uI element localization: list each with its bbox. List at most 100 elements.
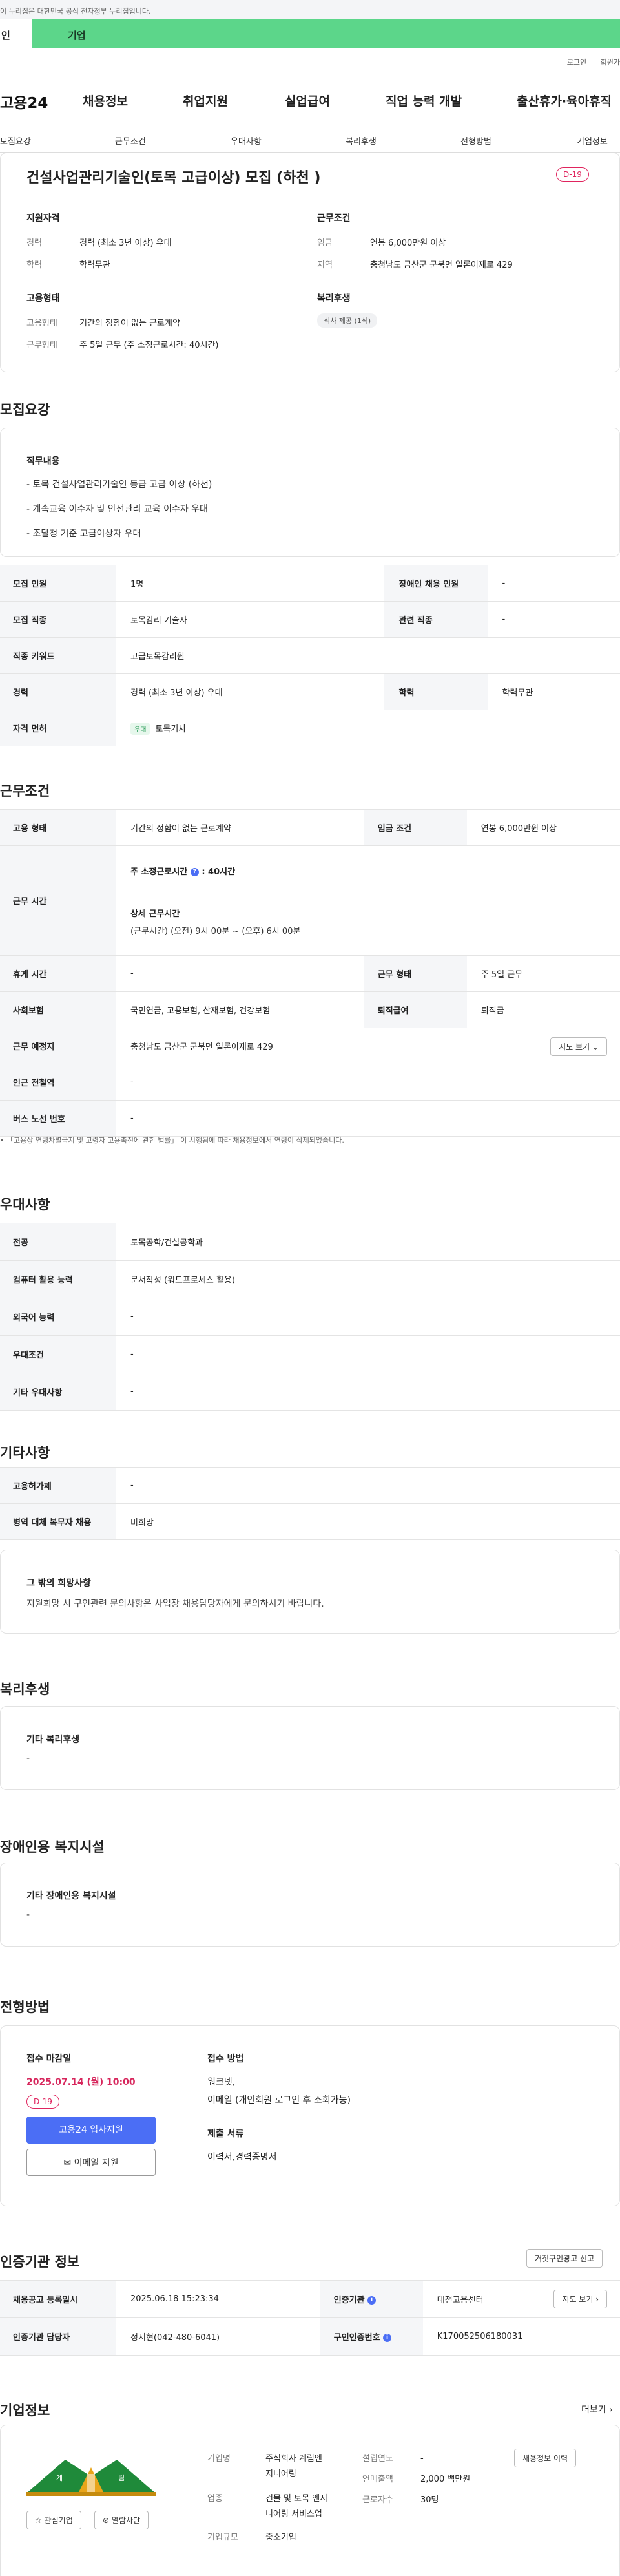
svg-text:계: 계	[56, 2474, 63, 2482]
deadline-label: 접수 마감일	[26, 2054, 72, 2064]
table-row: 버스 노선 번호 -	[0, 1100, 620, 1137]
disabled-fac-card: 기타 장애인용 복지시설 -	[0, 1863, 620, 1947]
info-icon[interactable]: i	[383, 2334, 392, 2342]
table-row: 인근 전철역 -	[0, 1064, 620, 1101]
company-logo-image: 계 림	[26, 2460, 156, 2496]
global-nav: 고용24 채용정보 취업지원 실업급여 직업 능력 개발 출산휴가·육아휴직	[0, 90, 620, 112]
tab-selection[interactable]: 전형방법	[460, 134, 491, 147]
company-name: 기업명 주식회사 계림엔	[207, 2454, 322, 2464]
job-title: 건설사업관리기술인(토목 고급이상) 모집 (하천 )	[26, 170, 321, 186]
tab-company[interactable]: 기업정보	[577, 134, 608, 147]
gnb-menu-unemployment[interactable]: 실업급여	[285, 92, 330, 109]
disabled-fac-value: -	[26, 1910, 30, 1920]
table-row: 채용공고 등록일시 2025.06.18 15:23:34 인증기관 i 대전고…	[0, 2280, 620, 2318]
welfare-card: 기타 복리후생 -	[0, 1706, 620, 1790]
duty-label: 직무내용	[26, 456, 60, 467]
welfare-section-title: 복리후생	[0, 1682, 50, 1697]
emp-work: 근무형태 주 5일 근무 (주 소정근로시간: 40시간)	[26, 341, 219, 350]
login-link[interactable]: 로그인	[567, 58, 586, 67]
duty-line: - 계속교육 이수자 및 안전관리 교육 이수자 우대	[26, 504, 208, 514]
disabled-fac-title: 장애인용 복지시설	[0, 1839, 105, 1855]
qual-edu: 학력 학력무관	[26, 260, 110, 270]
workcond-title: 근무조건	[0, 783, 50, 799]
wish-card: 그 밖의 희망사항 지원희망 시 구인관련 문의사항은 사업장 채용담당자에게 …	[0, 1550, 620, 1634]
dday-badge: D-19	[556, 167, 589, 182]
emp-type: 고용형태 기간의 정함이 없는 근로계약	[26, 319, 180, 328]
tab-pref[interactable]: 우대사항	[231, 134, 262, 147]
tab-welfare[interactable]: 복리후생	[346, 134, 377, 147]
wish-text: 지원희망 시 구인관련 문의사항은 사업장 채용담당자에게 문의하시기 바랍니다…	[26, 1599, 324, 1609]
recruit-table: 모집 인원 1명 장애인 채용 인원 - 모집 직종 토목감리 기술자 관련 직…	[0, 565, 620, 746]
company-industry-cont: 니어링 서비스업	[265, 2509, 322, 2519]
company-more-link[interactable]: 더보기 ›	[581, 2403, 613, 2416]
pref-title: 우대사항	[0, 1197, 50, 1212]
selection-card: 접수 마감일 2025.07.14 (월) 10:00 D-19 고용24 입사…	[0, 2025, 620, 2206]
table-row: 고용 형태 기간의 정함이 없는 근로계약 임금 조건 연봉 6,000만원 이…	[0, 809, 620, 846]
emp-title: 고용형태	[26, 293, 60, 304]
tab-workcond[interactable]: 근무조건	[115, 134, 146, 147]
company-industry: 업종 건물 및 토목 엔지	[207, 2494, 328, 2504]
company-jobs-button[interactable]: 채용정보 이력	[514, 2449, 577, 2467]
map-button[interactable]: 지도 보기 ⌄	[550, 1037, 607, 1056]
info-icon[interactable]: i	[367, 2296, 377, 2305]
deadline-block: 접수 마감일 2025.07.14 (월) 10:00 D-19 고용24 입사…	[26, 2052, 181, 2176]
table-row: 전공 토목공학/건설공학과	[0, 1223, 620, 1261]
pref-tag: 우대	[130, 722, 150, 735]
method-line: 이메일 (개인회원 로그인 후 조회가능)	[207, 2095, 351, 2106]
tab-company[interactable]: 기업	[68, 28, 86, 42]
agency-table: 채용공고 등록일시 2025.06.18 15:23:34 인증기관 i 대전고…	[0, 2280, 620, 2356]
company-name-cont: 지니어링	[265, 2469, 296, 2479]
table-row: 직종 키워드 고급토목감리원	[0, 637, 620, 674]
table-row: 사회보험 국민연금, 고용보험, 산재보험, 건강보험 퇴직급여 퇴직금	[0, 991, 620, 1028]
company-size: 기업규모 중소기업	[207, 2533, 296, 2542]
hours-weekly: 주 소정근로시간 ? : 40시간	[130, 867, 236, 877]
table-row: 병역 대체 복무자 채용 비희망	[0, 1503, 620, 1540]
table-row: 고용허가제 -	[0, 1467, 620, 1504]
duty-box: 직무내용 - 토목 건설사업관리기술인 등급 고급 이상 (하천) - 계속교육…	[0, 428, 620, 557]
table-row: 휴게 시간 - 근무 형태 주 5일 근무	[0, 955, 620, 992]
company-revenue: 연매출액 2,000 백만원	[362, 2475, 471, 2484]
welfare-title: 복리후생	[317, 293, 351, 304]
cond-region: 지역 충청남도 금산군 군북면 일론이재로 429	[317, 260, 513, 270]
agency-map-button[interactable]: 지도 보기 ›	[553, 2290, 607, 2308]
pref-table: 전공 토목공학/건설공학과 컴퓨터 활용 능력 문서작성 (워드프로세스 활용) 외…	[0, 1223, 620, 1411]
workcond-table: 고용 형태 기간의 정함이 없는 근로계약 임금 조건 연봉 6,000만원 이…	[0, 809, 620, 1137]
disabled-fac-label: 기타 장애인용 복지시설	[26, 1891, 116, 1901]
method-block: 접수 방법 워크넷, 이메일 (개인회원 로그인 후 조회가능) 제출 서류 이…	[207, 2052, 351, 2163]
hours-detail: (근무시간) (오전) 9시 00분 ~ (오후) 6시 00분	[130, 927, 301, 936]
place-value: 충청남도 금산군 군북면 일론이재로 429	[130, 1042, 273, 1052]
qual-career: 경력 경력 (최소 3년 이상) 우대	[26, 238, 172, 248]
license-value: 토목기사	[155, 724, 187, 734]
gnb-menu-training[interactable]: 직업 능력 개발	[386, 92, 462, 109]
table-row: 모집 직종 토목감리 기술자 관련 직종 -	[0, 601, 620, 638]
block-company-button[interactable]: ⊘ 열람차단	[94, 2511, 149, 2529]
user-type-bar: 인 기업	[0, 19, 620, 48]
duty-line: - 조달청 기준 고급이상자 우대	[26, 529, 141, 539]
gov-banner-text: 이 누리집은 대한민국 공식 전자정부 누리집입니다.	[0, 7, 151, 16]
utility-links: 로그인 회원가	[555, 57, 620, 67]
section-tabs: 모집요강 근무조건 우대사항 복리후생 전형방법 기업정보	[0, 129, 620, 153]
docs-label: 제출 서류	[207, 2129, 244, 2139]
table-row: 우대조건 -	[0, 1335, 620, 1373]
deadline-date: 2025.07.14 (월) 10:00	[26, 2077, 136, 2087]
signup-link[interactable]: 회원가	[601, 58, 620, 67]
gnb-menu-support[interactable]: 취업지원	[183, 92, 228, 109]
gnb-menu-leave[interactable]: 출산휴가·육아휴직	[517, 92, 612, 109]
cond-wage: 임금 연봉 6,000만원 이상	[317, 238, 446, 248]
company-title: 기업정보	[0, 2403, 50, 2418]
duty-line: - 토목 건설사업관리기술인 등급 고급 이상 (하천)	[26, 480, 212, 490]
table-row: 컴퓨터 활용 능력 문서작성 (워드프로세스 활용)	[0, 1260, 620, 1298]
gnb-menu-jobs[interactable]: 채용정보	[83, 92, 128, 109]
site-logo[interactable]: 고용24	[0, 90, 48, 112]
job-summary-card: 건설사업관리기술인(토목 고급이상) 모집 (하천 ) D-19 지원자격 경력…	[0, 153, 620, 372]
email-apply-button[interactable]: ✉ 이메일 지원	[26, 2149, 156, 2176]
age-note: • 「고용상 연령차별금지 및 고령자 고용촉진에 관한 법률」 이 시행됨에 …	[0, 1136, 344, 1145]
report-ad-button[interactable]: 거짓구인광고 신고	[526, 2249, 603, 2268]
tab-individual[interactable]: 인	[0, 19, 32, 48]
etc-title: 기타사항	[0, 1445, 50, 1461]
tab-recruit[interactable]: 모집요강	[0, 134, 31, 147]
welfare-label: 기타 복리후생	[26, 1735, 80, 1745]
apply-button[interactable]: 고용24 입사지원	[26, 2117, 156, 2144]
info-icon[interactable]: ?	[190, 868, 199, 876]
favorite-company-button[interactable]: ☆ 관심기업	[26, 2511, 81, 2529]
